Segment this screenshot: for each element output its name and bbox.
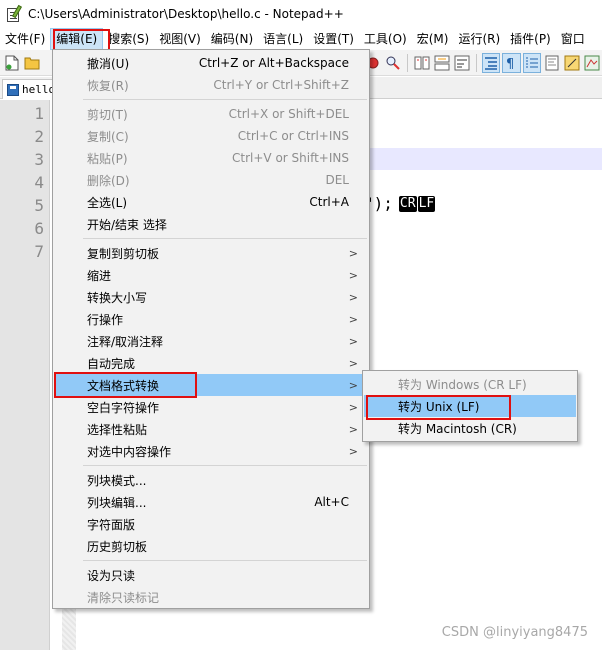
menu-window[interactable]: 窗口 xyxy=(556,28,590,50)
menu-item-convert-to-unix[interactable]: 转为 Unix (LF) xyxy=(364,395,576,417)
menu-separator xyxy=(83,238,367,239)
chevron-right-icon: > xyxy=(348,334,358,348)
line-number: 4 xyxy=(34,173,44,192)
menu-item-cut[interactable]: 剪切(T) Ctrl+X or Shift+DEL xyxy=(54,103,368,125)
document-map-icon[interactable] xyxy=(543,53,561,73)
folder-workspace-icon[interactable] xyxy=(583,53,601,73)
menu-item-character-panel[interactable]: 字符面版 xyxy=(54,513,368,535)
menu-edit[interactable]: 编辑(E) xyxy=(50,28,104,50)
menu-plugins[interactable]: 插件(P) xyxy=(505,28,556,50)
menu-bar: 文件(F) 编辑(E) 搜索(S) 视图(V) 编码(N) 语言(L) 设置(T… xyxy=(0,28,602,50)
eol-conversion-submenu: 转为 Windows (CR LF) 转为 Unix (LF) 转为 Macin… xyxy=(362,370,578,442)
word-wrap-icon[interactable] xyxy=(453,53,471,73)
menu-item-set-read-only[interactable]: 设为只读 xyxy=(54,564,368,586)
edit-menu-dropdown: 撤消(U) Ctrl+Z or Alt+Backspace 恢复(R) Ctrl+Y… xyxy=(52,49,370,609)
menu-item-paste-special[interactable]: 选择性粘贴 > xyxy=(54,418,368,440)
line-number: 6 xyxy=(34,219,44,238)
chevron-right-icon: > xyxy=(348,246,358,260)
menu-view[interactable]: 视图(V) xyxy=(154,28,206,50)
menu-item-convert-to-windows[interactable]: 转为 Windows (CR LF) xyxy=(364,373,576,395)
saved-file-icon xyxy=(7,83,19,96)
line-number: 1 xyxy=(34,104,44,123)
notepad-plus-plus-icon xyxy=(6,4,22,23)
menu-item-clipboard-history[interactable]: 历史剪切板 xyxy=(54,535,368,557)
menu-file[interactable]: 文件(F) xyxy=(0,28,50,50)
sync-horizontal-icon[interactable] xyxy=(433,53,451,73)
chevron-right-icon: > xyxy=(348,312,358,326)
toolbar-separator xyxy=(476,53,478,72)
svg-text:¶: ¶ xyxy=(506,57,514,71)
menu-search[interactable]: 搜索(S) xyxy=(103,28,154,50)
menu-item-auto-completion[interactable]: 自动完成 > xyxy=(54,352,368,374)
menu-item-select-all[interactable]: 全选(L) Ctrl+A xyxy=(54,191,368,213)
menu-language[interactable]: 语言(L) xyxy=(258,28,308,50)
menu-separator xyxy=(83,560,367,561)
menu-separator xyxy=(83,465,367,466)
menu-encoding[interactable]: 编码(N) xyxy=(206,28,258,50)
chevron-right-icon: > xyxy=(348,268,358,282)
menu-item-indent[interactable]: 缩进 > xyxy=(54,264,368,286)
new-file-icon[interactable] xyxy=(3,53,21,73)
show-all-characters-icon[interactable]: ¶ xyxy=(502,52,521,73)
menu-item-column-mode[interactable]: 列块模式... xyxy=(54,469,368,491)
watermark: CSDN @linyiyang8475 xyxy=(441,625,588,640)
chevron-right-icon: > xyxy=(348,356,358,370)
chevron-right-icon: > xyxy=(348,422,358,436)
line-number-gutter: 1 2 3 4 5 6 7 xyxy=(0,100,50,650)
menu-item-eol-conversion[interactable]: 文档格式转换 > xyxy=(54,374,368,396)
chevron-right-icon: > xyxy=(348,444,358,458)
menu-item-line-operations[interactable]: 行操作 > xyxy=(54,308,368,330)
menu-item-convert-case[interactable]: 转换大小写 > xyxy=(54,286,368,308)
menu-item-clear-read-only[interactable]: 清除只读标记 xyxy=(54,586,368,608)
menu-item-begin-end-select[interactable]: 开始/结束 选择 xyxy=(54,213,368,235)
line-number: 5 xyxy=(34,196,44,215)
code-line-5: "); CR LF xyxy=(364,192,436,215)
menu-item-undo[interactable]: 撤消(U) Ctrl+Z or Alt+Backspace xyxy=(54,52,368,74)
menu-item-column-editor[interactable]: 列块编辑... Alt+C xyxy=(54,491,368,513)
menu-item-copy[interactable]: 复制(C) Ctrl+C or Ctrl+INS xyxy=(54,125,368,147)
menu-run[interactable]: 运行(R) xyxy=(453,28,505,50)
chevron-right-icon: > xyxy=(348,378,358,392)
chevron-right-icon: > xyxy=(348,290,358,304)
menu-item-blank-operations[interactable]: 空白字符操作 > xyxy=(54,396,368,418)
menu-separator xyxy=(83,99,367,100)
menu-item-on-selection[interactable]: 对选中内容操作 > xyxy=(54,440,368,462)
line-number: 2 xyxy=(34,127,44,146)
menu-item-comment-toggle[interactable]: 注释/取消注释 > xyxy=(54,330,368,352)
menu-item-copy-to-clipboard[interactable]: 复制到剪切板 > xyxy=(54,242,368,264)
title-bar: C:\Users\Administrator\Desktop\hello.c -… xyxy=(0,0,602,28)
menu-settings[interactable]: 设置(T) xyxy=(308,28,359,50)
menu-item-convert-to-macintosh[interactable]: 转为 Macintosh (CR) xyxy=(364,417,576,439)
eol-marker-lf: LF xyxy=(417,195,436,212)
window-title: C:\Users\Administrator\Desktop\hello.c -… xyxy=(28,7,344,21)
eol-marker-cr: CR xyxy=(398,195,417,212)
menu-macro[interactable]: 宏(M) xyxy=(412,28,454,50)
function-list-icon[interactable] xyxy=(563,53,581,73)
indent-guide-icon[interactable] xyxy=(482,52,501,73)
zoom-icon[interactable] xyxy=(384,53,402,73)
toolbar-separator xyxy=(407,53,409,72)
line-number: 3 xyxy=(34,150,44,169)
line-number: 7 xyxy=(34,242,44,261)
indent-lines-icon[interactable] xyxy=(522,52,541,73)
chevron-right-icon: > xyxy=(348,400,358,414)
menu-item-redo[interactable]: 恢复(R) Ctrl+Y or Ctrl+Shift+Z xyxy=(54,74,368,96)
open-file-icon[interactable] xyxy=(23,53,41,73)
menu-item-delete[interactable]: 删除(D) DEL xyxy=(54,169,368,191)
menu-tools[interactable]: 工具(O) xyxy=(359,28,412,50)
sync-vertical-icon[interactable] xyxy=(413,53,431,73)
menu-item-paste[interactable]: 粘贴(P) Ctrl+V or Shift+INS xyxy=(54,147,368,169)
